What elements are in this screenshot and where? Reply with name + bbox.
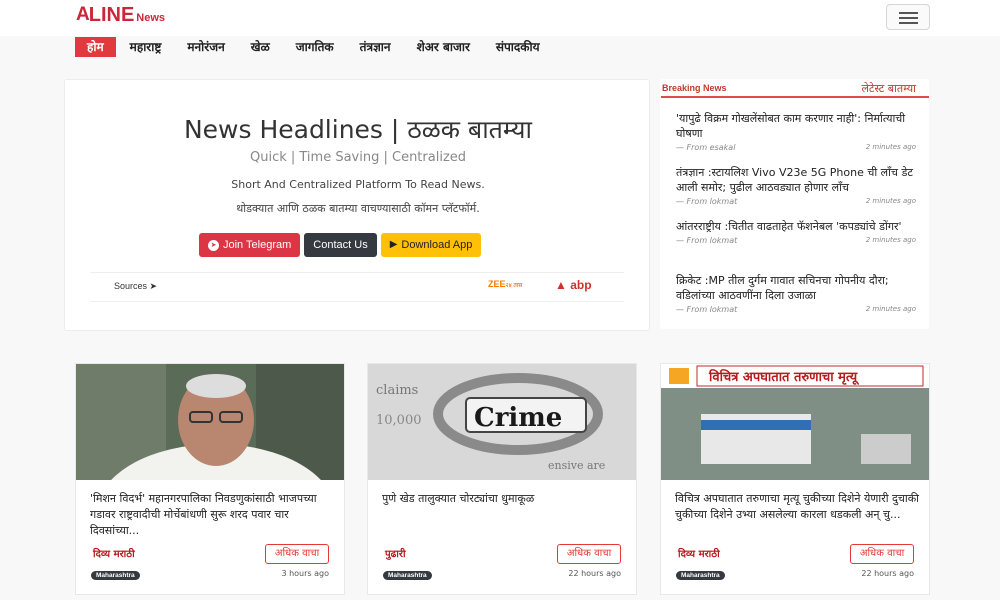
breaking-news-source: — From lokmat <box>676 236 738 245</box>
zee-logo-subtext: २४ तास <box>505 283 523 289</box>
accident-photo: विचित्र अपघातात तरुणाचा मृत्यू <box>661 364 929 480</box>
news-card-time: 3 hours ago <box>281 569 329 578</box>
news-card[interactable]: claims 10,000 ensive are Crime पुणे खेड … <box>367 363 637 595</box>
breaking-news-time: 2 minutes ago <box>865 236 916 244</box>
hamburger-line-icon <box>899 17 918 19</box>
hamburger-line-icon <box>899 12 918 14</box>
portrait-photo <box>76 364 344 480</box>
telegram-icon: ➤ <box>208 239 219 251</box>
abp-logo[interactable]: ▲ abp <box>555 278 592 292</box>
news-card-title[interactable]: पुणे खेड तालुक्यात चोरट्यांचा धुमाकूळ <box>382 491 626 507</box>
news-card[interactable]: 'मिशन विदर्भ' महानगरपालिका निवडणुकांसाठी… <box>75 363 345 595</box>
breaking-news-title: 'यापुढे विक्रम गोखलेंसोबत काम करणार नाही… <box>676 112 906 140</box>
accident-image-banner: विचित्र अपघातात तरुणाचा मृत्यू <box>708 369 860 385</box>
nav-item-world[interactable]: जागतिक <box>284 37 346 57</box>
breaking-news-item[interactable]: तंत्रज्ञान :स्टायलिश Vivo V23e 5G Phone … <box>676 165 916 206</box>
breaking-news-label: Breaking News <box>662 83 727 93</box>
breaking-news-time: 2 minutes ago <box>865 143 916 151</box>
zee-logo[interactable]: ZEE२४ तास <box>488 279 522 289</box>
news-card-title[interactable]: 'मिशन विदर्भ' महानगरपालिका निवडणुकांसाठी… <box>90 491 334 539</box>
breaking-news-time: 2 minutes ago <box>865 197 916 205</box>
hero-title: News Headlines | ठळक बातम्या <box>183 115 533 144</box>
hero-description-marathi: थोडक्यात आणि ठळक बातम्या वाचण्यासाठी कॉम… <box>236 202 480 215</box>
category-badge[interactable]: Maharashtra <box>676 571 725 580</box>
breaking-news-header: Breaking News लेटेस्ट बातम्या <box>661 79 929 98</box>
contact-us-label: Contact Us <box>313 239 368 251</box>
play-store-icon: ▶ <box>389 239 398 250</box>
menu-toggle-button[interactable] <box>886 4 930 30</box>
hero-panel: News Headlines | ठळक बातम्या Quick | Tim… <box>64 79 650 331</box>
abp-logo-icon: ▲ <box>555 278 567 292</box>
nav-item-entertainment[interactable]: मनोरंजन <box>175 37 236 57</box>
breaking-news-title: तंत्रज्ञान :स्टायलिश Vivo V23e 5G Phone … <box>676 166 913 194</box>
sources-bar: Sources ➤ ZEE२४ तास ▲ abp <box>90 272 624 302</box>
download-app-button[interactable]: ▶ Download App <box>380 233 482 257</box>
read-more-button[interactable]: अधिक वाचा <box>850 544 914 564</box>
contact-us-button[interactable]: Contact Us <box>304 233 377 257</box>
nav-item-technology[interactable]: तंत्रज्ञान <box>348 37 403 57</box>
join-telegram-label: Join Telegram <box>223 239 292 251</box>
breaking-news-item[interactable]: आंतरराष्ट्रीय :चितीत वाढताहेत फॅशनेबल 'क… <box>676 219 916 245</box>
hero-button-row: ➤ Join Telegram Contact Us ▶ Download Ap… <box>199 233 485 257</box>
nav-item-sports[interactable]: खेळ <box>239 37 282 57</box>
news-card-time: 22 hours ago <box>568 569 621 578</box>
latest-news-label: लेटेस्ट बातम्या <box>861 82 916 95</box>
news-card-image[interactable] <box>76 364 344 480</box>
hero-subtitle: Quick | Time Saving | Centralized <box>249 150 467 165</box>
site-logo[interactable]: A LINE News <box>76 4 166 26</box>
nav-item-stock-market[interactable]: शेअर बाजार <box>405 37 482 57</box>
category-badge[interactable]: Maharashtra <box>383 571 432 580</box>
top-bar: A LINE News <box>0 0 1000 36</box>
svg-text:claims: claims <box>376 383 418 398</box>
svg-text:10,000: 10,000 <box>376 413 422 428</box>
breaking-news-title: आंतरराष्ट्रीय :चितीत वाढताहेत फॅशनेबल 'क… <box>676 220 902 233</box>
source-logo: पुढारी <box>385 549 406 560</box>
zee-logo-text: ZEE <box>488 279 506 289</box>
news-card-image[interactable]: विचित्र अपघातात तरुणाचा मृत्यू <box>661 364 929 480</box>
abp-logo-text: abp <box>570 278 592 292</box>
nav-item-editorial[interactable]: संपादकीय <box>484 37 552 57</box>
read-more-button[interactable]: अधिक वाचा <box>265 544 329 564</box>
logo-text: LINE <box>88 4 135 26</box>
breaking-news-source: — From esakal <box>676 143 736 152</box>
category-badge[interactable]: Maharashtra <box>91 571 140 580</box>
breaking-news-panel: Breaking News लेटेस्ट बातम्या 'यापुढे वि… <box>660 79 929 329</box>
breaking-news-source: — From lokmat <box>676 305 738 314</box>
logo-suffix: News <box>136 12 166 24</box>
join-telegram-button[interactable]: ➤ Join Telegram <box>199 233 301 257</box>
news-card-title[interactable]: विचित्र अपघातात तरुणाचा मृत्यू चुकीच्या … <box>675 491 919 523</box>
download-app-label: Download App <box>401 239 473 251</box>
news-card-image[interactable]: claims 10,000 ensive are Crime <box>368 364 636 480</box>
crime-photo: claims 10,000 ensive are Crime <box>368 364 636 480</box>
svg-text:ensive are: ensive are <box>548 459 605 472</box>
source-logo: दिव्य मराठी <box>678 549 720 560</box>
logo-mark: A <box>76 4 90 25</box>
breaking-news-item[interactable]: 'यापुढे विक्रम गोखलेंसोबत काम करणार नाही… <box>676 111 916 152</box>
hamburger-line-icon <box>899 22 918 24</box>
crime-image-text: Crime <box>474 403 562 433</box>
breaking-news-title: क्रिकेट :MP तील दुर्गम गावात सचिनचा गोपन… <box>676 274 889 302</box>
sources-label: Sources ➤ <box>114 281 158 291</box>
hero-description-english: Short And Centralized Platform To Read N… <box>231 178 485 191</box>
breaking-news-source: — From lokmat <box>676 197 738 206</box>
news-card-time: 22 hours ago <box>861 569 914 578</box>
nav-item-home[interactable]: होम <box>75 37 116 57</box>
source-logo: दिव्य मराठी <box>93 549 135 560</box>
breaking-news-time: 2 minutes ago <box>865 305 916 313</box>
nav-item-maharashtra[interactable]: महाराष्ट्र <box>118 37 174 57</box>
read-more-button[interactable]: अधिक वाचा <box>557 544 621 564</box>
news-card[interactable]: विचित्र अपघातात तरुणाचा मृत्यू विचित्र अ… <box>660 363 930 595</box>
breaking-news-item[interactable]: क्रिकेट :MP तील दुर्गम गावात सचिनचा गोपन… <box>676 273 916 314</box>
main-nav: होम महाराष्ट्र मनोरंजन खेळ जागतिक तंत्रज… <box>75 37 554 57</box>
